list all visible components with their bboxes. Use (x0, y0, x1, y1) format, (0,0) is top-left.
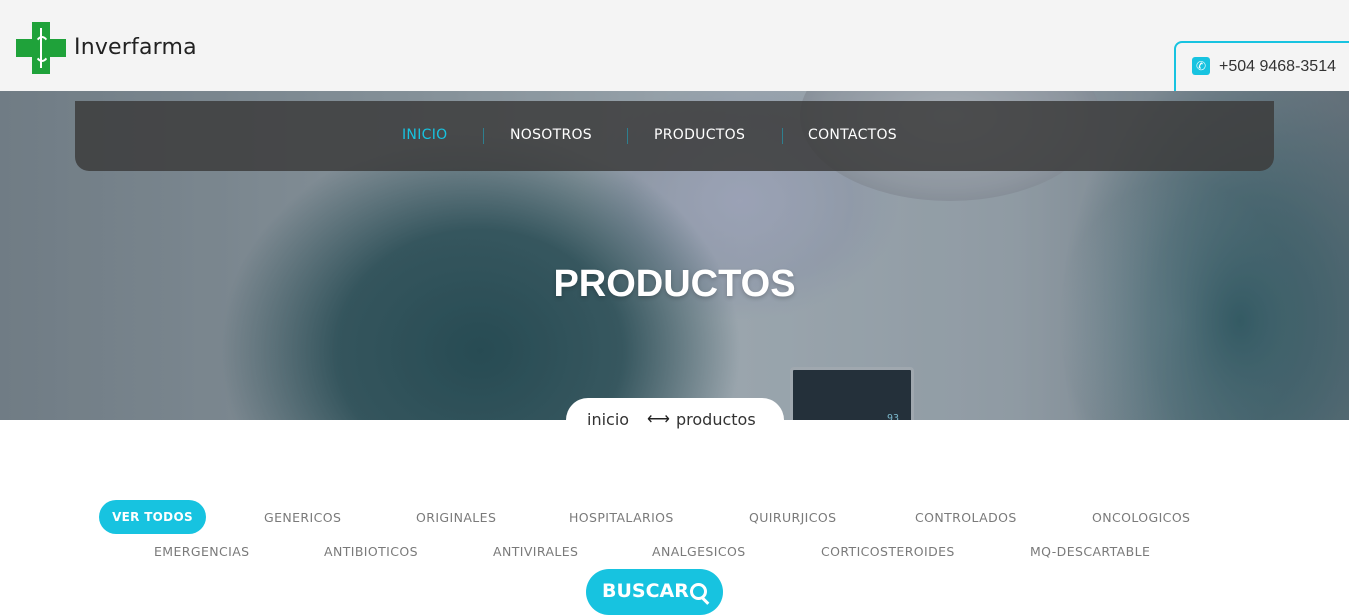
filter-analgesicos[interactable]: ANALGESICOS (652, 544, 746, 559)
pharmacy-cross-icon (16, 22, 66, 74)
brand-name: Inverfarma (74, 34, 197, 60)
breadcrumb-home[interactable]: inicio (587, 410, 629, 429)
phone-contact[interactable]: ✆ +504 9468-3514 (1174, 41, 1349, 91)
nav-divider (627, 128, 628, 144)
phone-icon: ✆ (1192, 57, 1210, 75)
filter-antibioticos[interactable]: ANTIBIOTICOS (324, 544, 418, 559)
breadcrumb: inicio ⟷ productos (566, 398, 784, 442)
filter-ver-todos[interactable]: VER TODOS (99, 500, 206, 534)
double-arrow-icon: ⟷ (647, 411, 670, 428)
nav-contactos[interactable]: CONTACTOS (808, 127, 897, 143)
filter-controlados[interactable]: CONTROLADOS (915, 510, 1017, 525)
filter-antivirales[interactable]: ANTIVIRALES (493, 544, 578, 559)
search-button-label: BUSCAR (602, 580, 689, 602)
filter-originales[interactable]: ORIGINALES (416, 510, 496, 525)
header-bar: Inverfarma ✆ +504 9468-3514 (0, 0, 1349, 91)
search-icon (690, 583, 707, 600)
breadcrumb-current: productos (676, 410, 756, 429)
nav-divider (483, 128, 484, 144)
nav-divider (782, 128, 783, 144)
filter-quirurjicos[interactable]: QUIRURJICOS (749, 510, 836, 525)
nav-nosotros[interactable]: NOSOTROS (510, 127, 592, 143)
logo[interactable]: Inverfarma (16, 22, 197, 74)
filter-corticosteroides[interactable]: CORTICOSTEROIDES (821, 544, 955, 559)
filter-oncologicos[interactable]: ONCOLOGICOS (1092, 510, 1190, 525)
filter-emergencias[interactable]: EMERGENCIAS (154, 544, 250, 559)
filter-hospitalarios[interactable]: HOSPITALARIOS (569, 510, 674, 525)
nav-productos[interactable]: PRODUCTOS (654, 127, 745, 143)
main-nav: INICIO NOSOTROS PRODUCTOS CONTACTOS (75, 101, 1274, 171)
page-title: PRODUCTOS (553, 263, 796, 305)
search-button[interactable]: BUSCAR (586, 569, 723, 615)
filter-genericos[interactable]: GENERICOS (264, 510, 341, 525)
phone-number[interactable]: +504 9468-3514 (1219, 58, 1336, 76)
filter-mq-descartable[interactable]: MQ-DESCARTABLE (1030, 544, 1150, 559)
hero-banner: 93 INICIO NOSOTROS PRODUCTOS CONTACTOS P… (0, 91, 1349, 420)
nav-inicio[interactable]: INICIO (402, 127, 447, 143)
